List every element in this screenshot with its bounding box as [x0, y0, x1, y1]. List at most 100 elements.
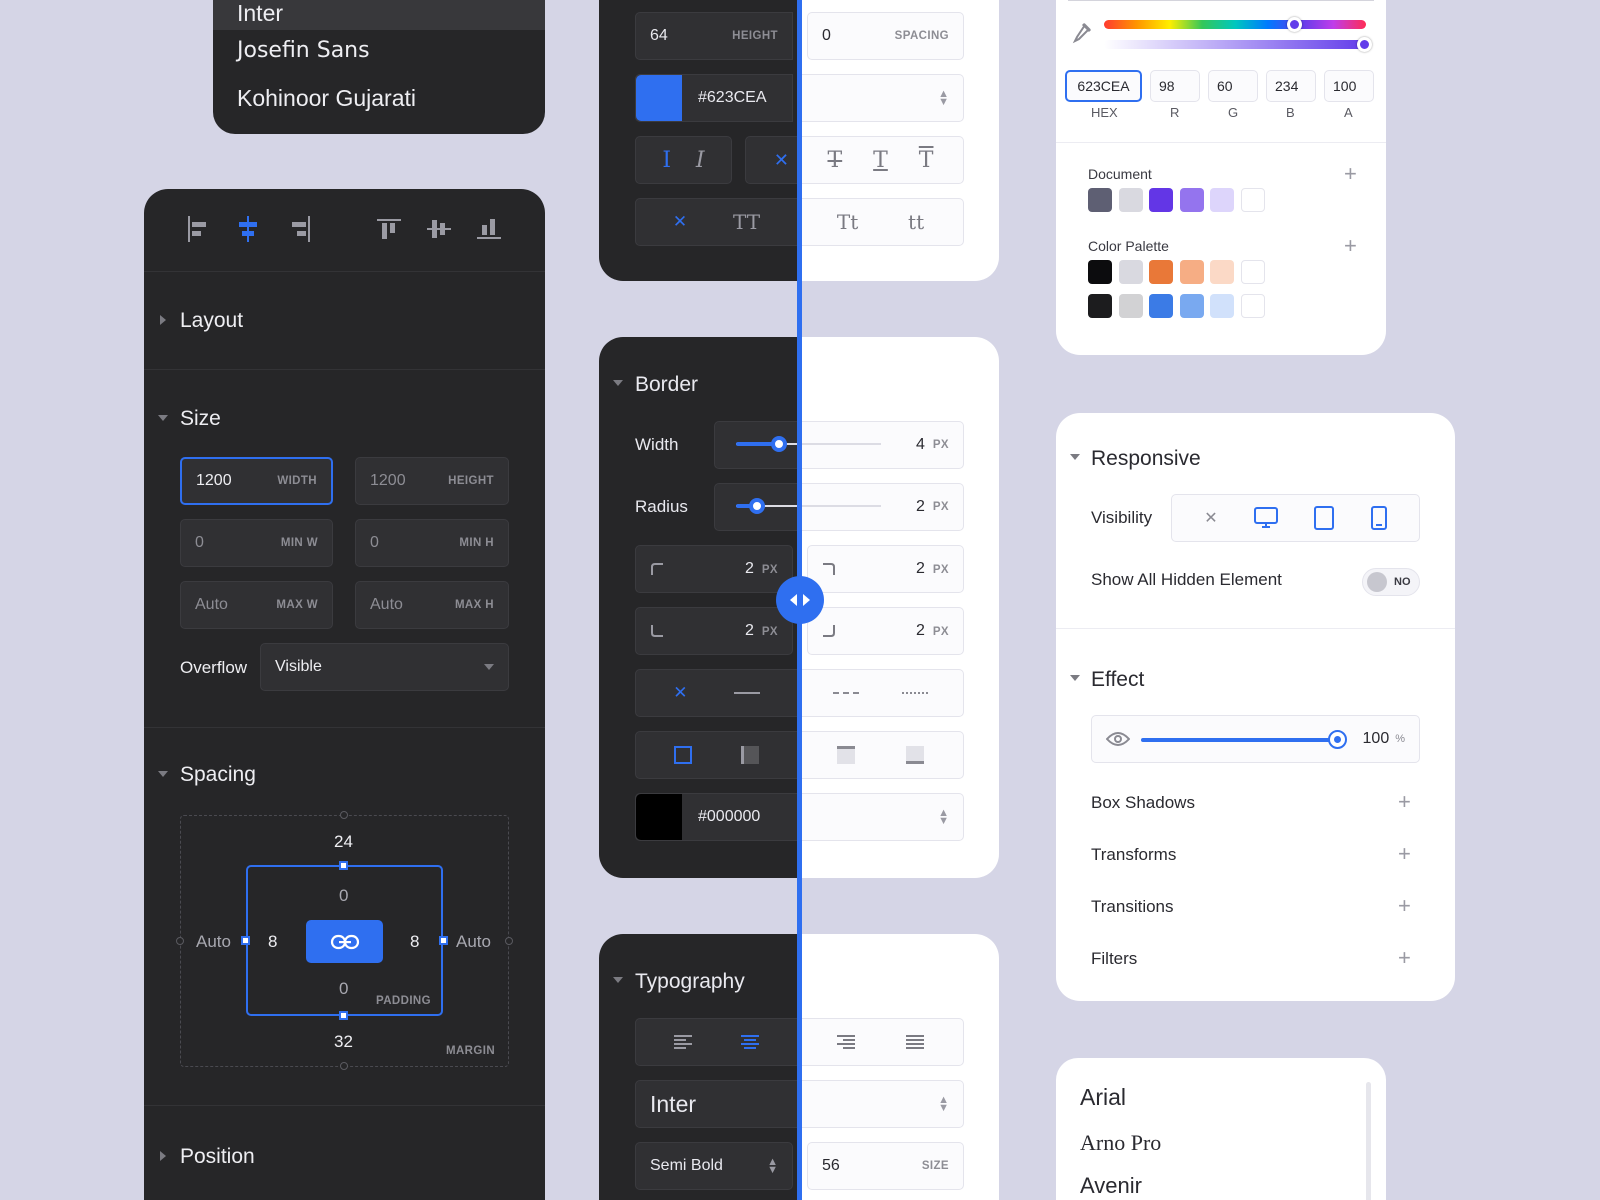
add-filter-icon[interactable]: +	[1398, 947, 1411, 969]
hue-slider-thumb[interactable]	[1287, 17, 1302, 32]
font-family-select-right[interactable]: ▲ ▼	[798, 1080, 964, 1128]
swatch-document-1[interactable]	[1088, 188, 1112, 212]
padding-top-handle[interactable]	[339, 861, 348, 870]
line-height-field[interactable]: 64 HEIGHT	[635, 12, 793, 60]
link-padding-button[interactable]	[306, 920, 383, 963]
visibility-none-icon[interactable]: ✕	[1204, 508, 1217, 528]
corner-bottom-left-field[interactable]: 2 PX	[635, 607, 793, 655]
border-color-field-right[interactable]: ▲ ▼	[798, 793, 964, 841]
blue-input[interactable]: 234	[1266, 70, 1316, 102]
swatch-document-3[interactable]	[1149, 188, 1173, 212]
font-option-josefin[interactable]: Josefin Sans	[237, 38, 370, 63]
width-field[interactable]: 1200 WIDTH	[180, 457, 333, 505]
margin-right-value[interactable]: Auto	[456, 932, 491, 952]
mobile-icon[interactable]	[1370, 506, 1387, 530]
align-center-icon[interactable]	[235, 215, 261, 243]
opacity-value[interactable]: 100	[1363, 730, 1390, 748]
size-collapse-icon[interactable]	[158, 415, 168, 421]
alpha-input[interactable]: 100	[1324, 70, 1374, 102]
font-weight-select[interactable]: Semi Bold ▲ ▼	[635, 1142, 793, 1190]
border-solid-icon[interactable]	[733, 692, 760, 694]
case-none-icon[interactable]: ✕	[673, 212, 687, 232]
align-right-icon[interactable]	[286, 215, 312, 243]
lowercase-button[interactable]: tt	[908, 210, 924, 234]
swatch-palette-b-4[interactable]	[1179, 294, 1204, 318]
border-none-icon[interactable]: ✕	[673, 683, 687, 703]
size-section-title[interactable]: Size	[180, 407, 221, 431]
spacing-section-title[interactable]: Spacing	[180, 763, 256, 787]
font-item-arno-pro[interactable]: Arno Pro	[1080, 1130, 1161, 1156]
typography-collapse-icon[interactable]	[613, 977, 623, 983]
margin-right-handle[interactable]	[505, 937, 513, 945]
layout-section-title[interactable]: Layout	[180, 309, 243, 333]
red-input[interactable]: 98	[1150, 70, 1200, 102]
spacing-collapse-icon[interactable]	[158, 771, 168, 777]
padding-top-value[interactable]: 0	[339, 886, 348, 906]
border-radius-thumb[interactable]	[749, 498, 765, 514]
strikethrough-icon[interactable]: T	[827, 148, 842, 173]
margin-bottom-value[interactable]: 32	[334, 1032, 353, 1052]
swatch-document-2[interactable]	[1118, 188, 1143, 212]
add-document-color-icon[interactable]: +	[1344, 163, 1357, 185]
border-color-swatch[interactable]	[636, 794, 682, 840]
font-list-scrollbar[interactable]	[1366, 1082, 1371, 1200]
responsive-section-title[interactable]: Responsive	[1091, 447, 1201, 471]
margin-bottom-handle[interactable]	[340, 1062, 348, 1070]
swatch-document-5[interactable]	[1210, 188, 1234, 212]
letter-spacing-field[interactable]: 0 SPACING	[807, 12, 964, 60]
typography-section-title[interactable]: Typography	[635, 970, 745, 994]
border-color-field[interactable]: #000000	[635, 793, 798, 841]
font-size-field[interactable]: 56 SIZE	[807, 1142, 964, 1190]
add-transform-icon[interactable]: +	[1398, 843, 1411, 865]
swatch-palette-a-1[interactable]	[1088, 260, 1112, 284]
border-dashed-icon[interactable]	[833, 692, 860, 694]
font-item-avenir[interactable]: Avenir	[1080, 1173, 1142, 1199]
max-width-field[interactable]: Auto MAX W	[180, 581, 333, 629]
min-width-field[interactable]: 0 MIN W	[180, 519, 333, 567]
text-cursor-icon[interactable]: I	[662, 148, 671, 173]
underline-icon[interactable]: T	[873, 148, 888, 173]
overflow-select[interactable]: Visible	[260, 643, 509, 691]
margin-left-handle[interactable]	[176, 937, 184, 945]
italic-icon[interactable]: I	[696, 148, 705, 173]
swatch-palette-a-2[interactable]	[1118, 260, 1143, 284]
align-left-icon[interactable]	[186, 215, 212, 243]
text-align-center-icon[interactable]	[740, 1034, 759, 1050]
text-color-field[interactable]: #623CEA	[635, 74, 793, 122]
color-swatch[interactable]	[636, 75, 682, 121]
add-palette-color-icon[interactable]: +	[1344, 235, 1357, 257]
swatch-palette-b-3[interactable]	[1149, 294, 1173, 318]
compare-slider-handle[interactable]	[776, 576, 824, 624]
alpha-slider[interactable]	[1104, 40, 1366, 49]
effect-section-title[interactable]: Effect	[1091, 668, 1144, 692]
opacity-thumb[interactable]	[1328, 730, 1347, 749]
padding-left-value[interactable]: 8	[268, 932, 277, 952]
add-transition-icon[interactable]: +	[1398, 895, 1411, 917]
overline-icon[interactable]: T	[919, 148, 934, 173]
height-field[interactable]: 1200 HEIGHT	[355, 457, 509, 505]
border-all-icon[interactable]	[674, 746, 693, 764]
font-item-arial[interactable]: Arial	[1080, 1084, 1126, 1111]
border-top-icon[interactable]	[837, 746, 856, 764]
text-align-justify-icon[interactable]	[905, 1034, 924, 1050]
margin-top-handle[interactable]	[340, 811, 348, 819]
swatch-document-6[interactable]	[1240, 188, 1265, 212]
swatch-palette-a-4[interactable]	[1179, 260, 1204, 284]
border-dotted-icon[interactable]	[901, 692, 928, 694]
swatch-palette-b-6[interactable]	[1240, 294, 1265, 318]
add-box-shadow-icon[interactable]: +	[1398, 791, 1411, 813]
swatch-palette-a-6[interactable]	[1240, 260, 1265, 284]
swatch-document-4[interactable]	[1179, 188, 1204, 212]
green-input[interactable]: 60	[1208, 70, 1258, 102]
corner-top-right-field[interactable]: 2 PX	[807, 545, 964, 593]
position-expand-icon[interactable]	[160, 1151, 166, 1161]
swatch-palette-a-3[interactable]	[1149, 260, 1173, 284]
padding-left-handle[interactable]	[241, 936, 250, 945]
border-width-thumb[interactable]	[771, 436, 787, 452]
align-bottom-icon[interactable]	[476, 215, 502, 243]
alpha-slider-thumb[interactable]	[1357, 37, 1372, 52]
padding-right-value[interactable]: 8	[410, 932, 419, 952]
effect-collapse-icon[interactable]	[1070, 675, 1080, 681]
responsive-collapse-icon[interactable]	[1070, 454, 1080, 460]
desktop-icon[interactable]	[1253, 507, 1278, 529]
